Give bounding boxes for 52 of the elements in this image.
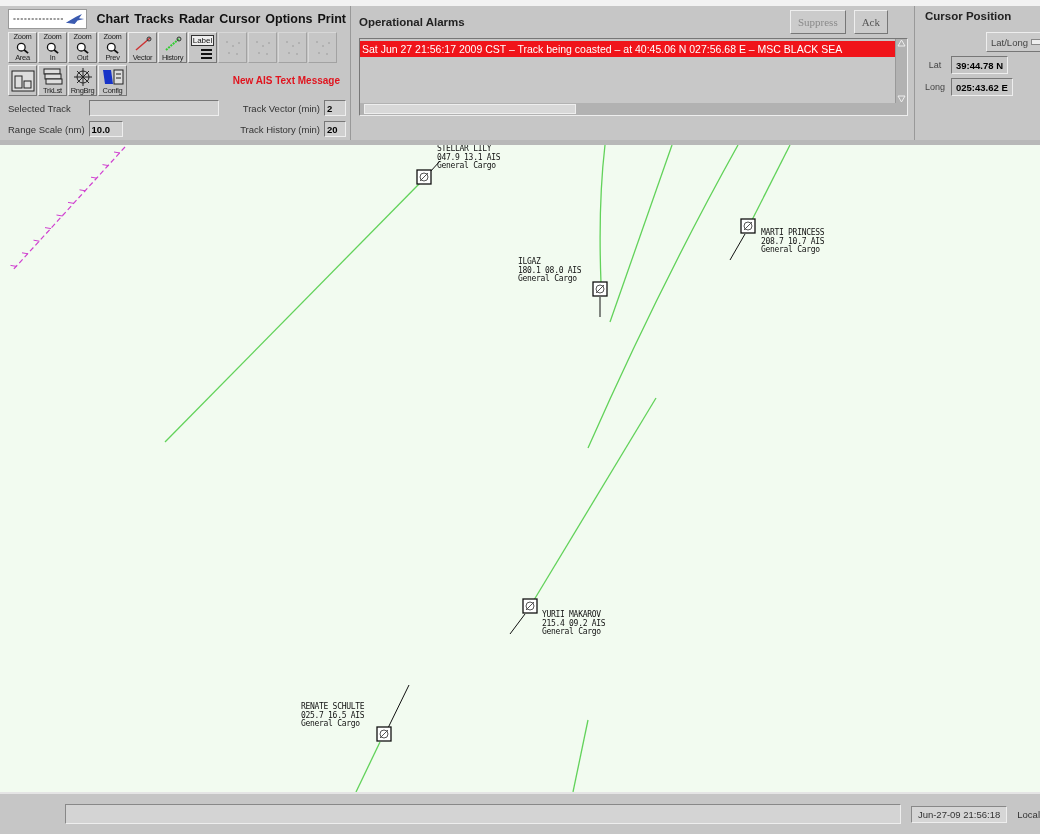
magnifier-icon (15, 41, 30, 54)
track-trail (355, 741, 381, 792)
menu-item[interactable]: Radar (178, 12, 215, 26)
long-label: Long (925, 82, 945, 92)
magnifier-icon (105, 41, 120, 54)
menu-item[interactable]: Cursor (219, 12, 261, 26)
menu-item[interactable]: Print (317, 12, 346, 26)
field-label: Track History (min) (240, 123, 320, 135)
menu-item[interactable]: Tracks (134, 12, 174, 26)
alarm-row[interactable]: Sat Jun 27 21:56:17 2009 CST – Track being coasted – at 40:45.06 N 027:56.68 E – MSC BLACK SEA (360, 41, 895, 57)
alarm-button[interactable]: Ack (853, 10, 888, 34)
lines-icon (201, 49, 212, 59)
vertical-scrollbar[interactable] (895, 39, 907, 103)
track-label: MARTI PRINCESS 208.7 10.7 AIS General Cargo (761, 229, 825, 255)
field-label: Selected Track (8, 102, 72, 114)
input-field[interactable]: 10.0 (88, 121, 123, 137)
down-arrow-icon[interactable] (897, 95, 906, 103)
notice-text: New AIS Text Message (232, 75, 340, 86)
panel-title: Operational Alarms (359, 16, 465, 28)
config-icon (101, 67, 124, 86)
stack-icon (41, 67, 64, 86)
ship-symbol[interactable] (376, 726, 392, 742)
window-icon (10, 68, 35, 93)
field-label: Range Scale (nm) (8, 123, 85, 135)
input-field[interactable]: 2 (324, 100, 346, 116)
wheel-icon (72, 67, 93, 86)
up-arrow-icon[interactable] (897, 39, 906, 47)
menu-item[interactable]: Options (265, 12, 313, 26)
input-field[interactable] (88, 100, 219, 116)
track-label: YURII MAKAROV 215.4 09.2 AIS General Cargo (542, 611, 606, 637)
toolbar-button[interactable]: Label (188, 32, 217, 63)
magnifier-icon (75, 41, 90, 54)
horizontal-scrollbar[interactable] (360, 103, 907, 115)
lat-label: Lat (927, 60, 943, 70)
toolbar-button[interactable] (8, 65, 37, 96)
time-zone: Local (1017, 808, 1040, 820)
magnifier-icon (45, 41, 60, 54)
panel-title: Cursor Position (925, 10, 1013, 22)
track-label: RENATE SCHULTE 025.7 16.5 AIS General Cargo (301, 703, 365, 729)
track-label: ILGAZ 180.1 08.0 AIS General Cargo (518, 258, 582, 284)
lat-field: 39:44.78 N (951, 56, 1008, 74)
mode-button[interactable]: Lat/Long (986, 32, 1040, 52)
ship-symbol[interactable] (592, 281, 608, 297)
track-label: STELLAR LILY 047.9 13.1 AIS General Cargo (437, 145, 501, 171)
menu-item[interactable]: Chart (96, 12, 130, 26)
ship-symbol[interactable] (416, 169, 432, 185)
input-field[interactable]: 20 (324, 121, 346, 137)
time-display: Jun-27-09 21:56:18 (910, 805, 1008, 823)
field-label: Track Vector (min) (242, 102, 320, 114)
long-field: 025:43.62 E (951, 78, 1013, 96)
ship-symbol[interactable] (522, 598, 538, 614)
ship-symbol[interactable] (740, 218, 756, 234)
